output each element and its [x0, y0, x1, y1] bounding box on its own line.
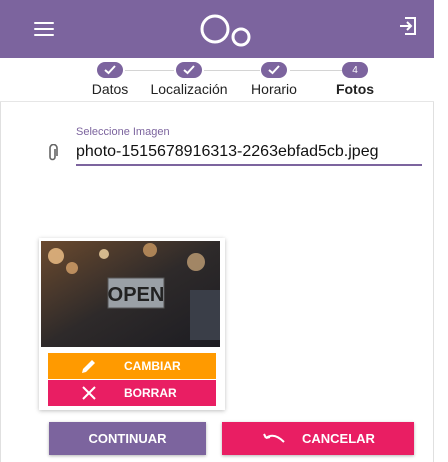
cancel-button[interactable]: CANCELAR: [222, 422, 414, 455]
delete-image-label: BORRAR: [124, 386, 177, 400]
photo-sign-text: OPEN: [108, 284, 165, 306]
sign-out-icon[interactable]: [398, 16, 418, 36]
change-image-label: CAMBIAR: [124, 359, 181, 373]
close-icon: [82, 386, 96, 400]
uploaded-photo: OPEN: [41, 241, 220, 347]
step-label: Fotos: [335, 81, 375, 97]
step-number-badge: 4: [342, 62, 368, 78]
pencil-icon: [82, 360, 95, 373]
content-border: [433, 102, 434, 462]
page: Datos Localización Horario 4 Fotos Selec…: [0, 0, 448, 462]
cancel-label: CANCELAR: [302, 431, 375, 446]
undo-icon: [263, 433, 285, 443]
step-fotos[interactable]: 4 Fotos: [307, 62, 403, 97]
delete-image-button[interactable]: BORRAR: [48, 380, 216, 406]
continue-button[interactable]: CONTINUAR: [49, 422, 206, 455]
change-image-button[interactable]: CAMBIAR: [48, 353, 216, 379]
check-icon: [261, 62, 287, 78]
